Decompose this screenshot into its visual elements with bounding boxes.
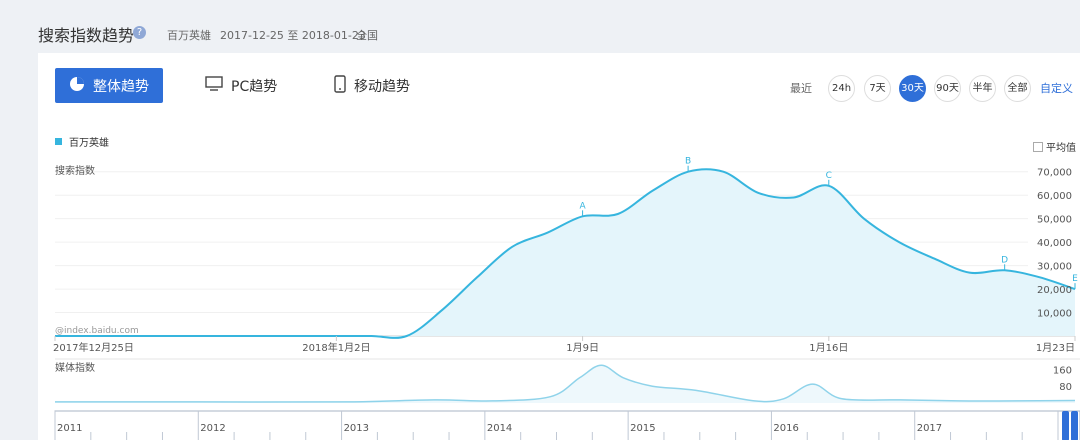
y-tick-label: 20,000 (1037, 285, 1072, 296)
timeline-year-label: 2014 (487, 423, 512, 434)
keyword-label: 百万英雄 (167, 29, 211, 42)
y-tick-label: 40,000 (1037, 238, 1072, 249)
annotation-label[interactable]: B (685, 157, 691, 167)
x-tick-label: 1月9日 (566, 342, 599, 354)
annotation-label[interactable]: E (1072, 274, 1078, 284)
help-icon[interactable]: ? (133, 26, 146, 39)
x-tick-label: 1月23日 (1036, 342, 1075, 354)
page-title: 搜索指数趋势 (38, 26, 135, 45)
timeline-handle-right[interactable] (1071, 411, 1078, 440)
x-tick-label: 2018年1月2日 (302, 341, 370, 354)
media-y-label: 媒体指数 (55, 361, 95, 374)
main-x-ticks: 2017年12月25日 2018年1月2日 1月9日 1月16日 1月23日 (53, 336, 1076, 354)
media-series-area (55, 365, 1075, 403)
annotation-label[interactable]: A (580, 201, 587, 211)
timeline-year-label: 2015 (630, 423, 655, 434)
x-tick-label: 2017年12月25日 (53, 341, 134, 354)
media-y-tick-label: 160 (1053, 365, 1072, 376)
timeline-year-label: 2012 (200, 423, 225, 434)
x-tick-label: 1月16日 (809, 342, 848, 354)
main-y-label: 搜索指数 (55, 164, 95, 177)
media-y-ticks: 160 80 (1053, 365, 1072, 393)
y-tick-label: 60,000 (1037, 191, 1072, 202)
region-label: 全国 (356, 29, 378, 42)
timeline-year-label: 2011 (57, 423, 82, 434)
timeline-year-label: 2013 (344, 423, 369, 434)
timeline-handle-left[interactable] (1062, 411, 1069, 440)
y-tick-label: 30,000 (1037, 262, 1072, 273)
media-y-tick-label: 80 (1059, 382, 1072, 393)
y-tick-label: 70,000 (1037, 168, 1072, 179)
trend-panel: 整体趋势 PC趋势 移动趋势 最近 24h 7天 30天 90天 半年 全部 自… (38, 53, 1080, 440)
timeline-year-label: 2017 (917, 423, 942, 434)
date-range: 2017-12-25 至 2018-01-23 (220, 29, 366, 42)
annotation-label[interactable]: C (826, 171, 832, 181)
y-tick-label: 10,000 (1037, 309, 1072, 320)
timeline-year-label: 2016 (773, 423, 798, 434)
annotation-label[interactable]: D (1001, 255, 1008, 265)
page-header: 搜索指数趋势 ? 百万英雄 2017-12-25 至 2018-01-23 全国 (0, 0, 1080, 54)
trend-chart-svg: A B C D E 70,000 60,000 50,000 40,000 30,000 20,0… (53, 157, 1080, 440)
y-tick-label: 50,000 (1037, 215, 1072, 226)
watermark: @index.baidu.com (55, 326, 139, 336)
